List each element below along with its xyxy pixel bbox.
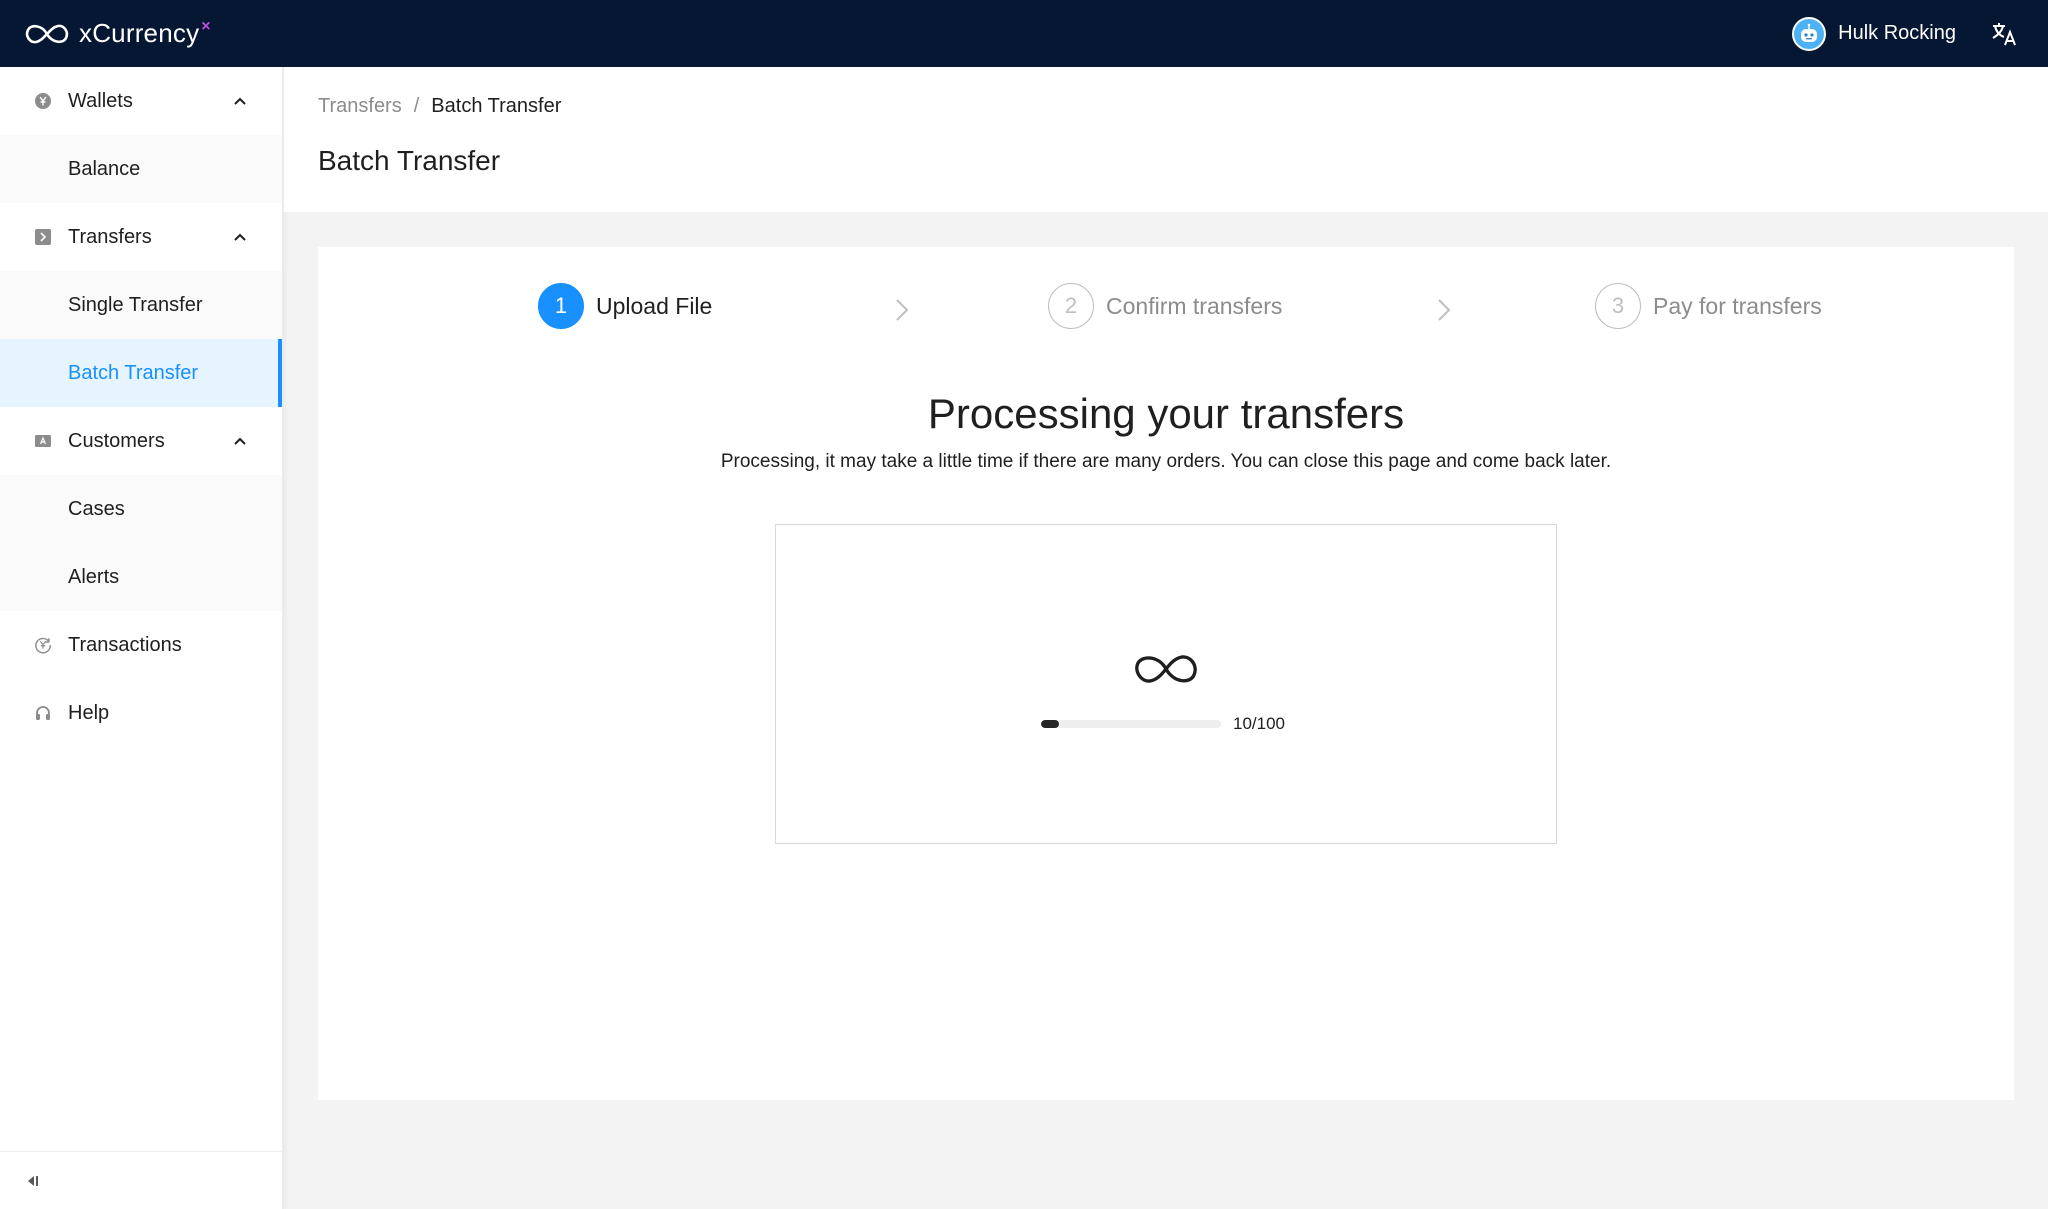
- step-upload-file: 1 Upload File: [538, 283, 712, 329]
- progress-bar-fill: [1041, 720, 1059, 728]
- infinity-logo-icon: [25, 24, 69, 43]
- processing-title: Processing your transfers: [927, 390, 1405, 437]
- progress-panel: 10/100: [775, 524, 1557, 844]
- transaction-icon: [34, 636, 52, 654]
- brand-logo[interactable]: xCurrency ×: [22, 18, 211, 49]
- sidebar-item-help[interactable]: Help: [0, 679, 282, 747]
- infinity-loader-icon: [1135, 655, 1197, 683]
- sidebar-item-cases[interactable]: Cases: [0, 475, 282, 543]
- brand-name: xCurrency: [79, 18, 200, 48]
- page-title: Batch Transfer: [318, 145, 501, 176]
- yen-circle-icon: [34, 92, 52, 110]
- chevron-right-icon: [1438, 299, 1451, 321]
- breadcrumb: Transfers / Batch Transfer: [318, 95, 561, 118]
- avatar[interactable]: [1792, 16, 1827, 51]
- brand-mark: ×: [201, 17, 211, 35]
- breadcrumb-separator: /: [413, 95, 420, 117]
- top-bar: xCurrency × Hulk Rocking: [0, 0, 2048, 67]
- sidebar-item-label: Transactions: [68, 633, 182, 656]
- user-area: Hulk Rocking: [1792, 0, 2018, 67]
- steps: 1 Upload File 2 Confirm transfers 3 Pay …: [318, 283, 2014, 333]
- step-number: 2: [1048, 283, 1094, 329]
- step-number: 3: [1595, 283, 1641, 329]
- step-confirm-transfers: 2 Confirm transfers: [1048, 283, 1282, 329]
- page-header: Transfers / Batch Transfer Batch Transfe…: [284, 67, 2048, 212]
- sidebar-item-label: Help: [68, 701, 110, 724]
- step-label: Confirm transfers: [1106, 292, 1283, 319]
- breadcrumb-link-transfers[interactable]: Transfers: [318, 95, 402, 118]
- id-card-icon: [34, 432, 52, 450]
- step-label: Pay for transfers: [1653, 292, 1822, 319]
- headphones-icon: [34, 704, 52, 722]
- chevron-up-icon: [234, 233, 246, 241]
- step-label: Upload File: [596, 292, 713, 319]
- sidebar-group-customers[interactable]: Customers: [0, 407, 282, 475]
- sidebar-group-wallets[interactable]: Wallets: [0, 67, 282, 135]
- progress-count: 10/100: [1233, 714, 1285, 733]
- translate-icon[interactable]: [1990, 20, 2018, 48]
- sidebar-item-batch-transfer[interactable]: Batch Transfer: [0, 339, 282, 407]
- sidebar-group-transfers[interactable]: Transfers: [0, 203, 282, 271]
- step-number: 1: [538, 283, 584, 329]
- breadcrumb-current: Batch Transfer: [431, 95, 562, 117]
- sidebar-item-balance[interactable]: Balance: [0, 135, 282, 203]
- chevron-right-icon: [896, 299, 909, 321]
- progress-bar: [1041, 720, 1221, 728]
- step-pay-for-transfers: 3 Pay for transfers: [1595, 283, 1822, 329]
- transfer-icon: [34, 228, 52, 246]
- chevron-up-icon: [234, 437, 246, 445]
- user-name[interactable]: Hulk Rocking: [1838, 22, 1956, 45]
- processing-description: Processing, it may take a little time if…: [720, 451, 1612, 472]
- sidebar: Wallets Balance Transfers Single Transfe…: [0, 67, 283, 1209]
- sidebar-item-alerts[interactable]: Alerts: [0, 543, 282, 611]
- sidebar-group-label: Customers: [68, 429, 165, 452]
- sidebar-footer: [0, 1151, 282, 1209]
- chevron-up-icon: [234, 97, 246, 105]
- sidebar-item-transactions[interactable]: Transactions: [0, 611, 282, 679]
- sidebar-group-label: Transfers: [68, 225, 152, 248]
- robot-avatar-icon: [1801, 23, 1818, 42]
- content-card: 1 Upload File 2 Confirm transfers 3 Pay …: [318, 247, 2014, 1100]
- sidebar-item-single-transfer[interactable]: Single Transfer: [0, 271, 282, 339]
- sidebar-group-label: Wallets: [68, 89, 133, 112]
- collapse-sidebar-icon[interactable]: [24, 1172, 42, 1190]
